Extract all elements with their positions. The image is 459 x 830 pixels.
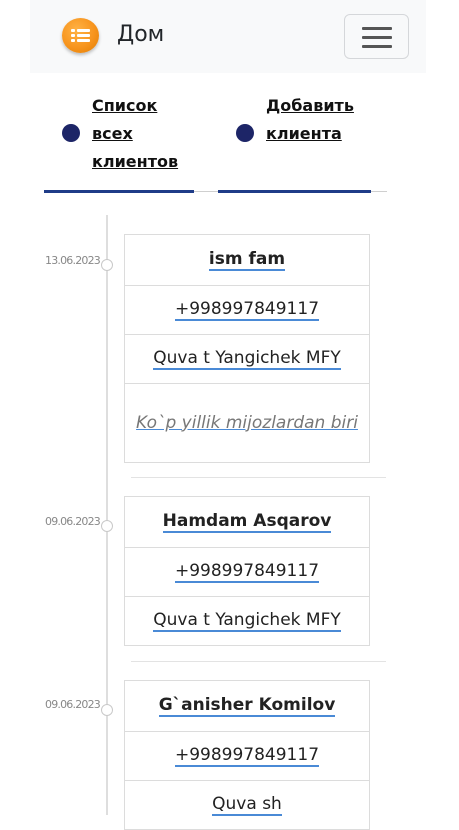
tab-indicator: [218, 190, 371, 193]
client-phone-link[interactable]: +998997849117: [174, 561, 320, 583]
navbar: Дом: [30, 0, 426, 73]
client-card: ism fam +998997849117 Quva t Yangichek M…: [124, 234, 370, 463]
hamburger-icon: [362, 27, 392, 30]
client-name-link[interactable]: Hamdam Asqarov: [162, 511, 332, 533]
client-phone-link[interactable]: +998997849117: [174, 299, 320, 321]
tab-divider: [194, 191, 218, 192]
client-address-link[interactable]: Quva t Yangichek MFY: [153, 610, 341, 632]
brand-title[interactable]: Дом: [117, 22, 164, 47]
client-card: G`anisher Komilov +998997849117 Quva sh: [124, 680, 370, 830]
client-address-link[interactable]: Quva sh: [212, 794, 282, 816]
tab-indicator: [44, 190, 194, 193]
tab-add-client-label[interactable]: Добавить клиента: [266, 92, 354, 148]
entry-date: 09.06.2023: [45, 698, 101, 711]
timeline-node: [101, 259, 113, 271]
timeline-line: [106, 215, 108, 815]
client-name-link[interactable]: G`anisher Komilov: [158, 695, 336, 717]
tab-divider: [371, 191, 387, 192]
timeline-node: [101, 704, 113, 716]
entry-divider: [131, 477, 386, 478]
client-address-link[interactable]: Quva t Yangichek MFY: [153, 348, 341, 370]
bullet-icon: [236, 124, 254, 142]
tab-client-list-label[interactable]: Список всех клиентов: [92, 92, 178, 176]
client-note-link[interactable]: Ko`p yillik mijozlardan biri: [136, 409, 358, 438]
client-phone-link[interactable]: +998997849117: [174, 745, 320, 767]
entry-date: 09.06.2023: [45, 515, 101, 528]
entry-divider: [131, 661, 386, 662]
bullet-icon: [62, 124, 80, 142]
menu-toggle-button[interactable]: [344, 14, 409, 59]
entry-date: 13.06.2023: [45, 254, 101, 267]
client-name-link[interactable]: ism fam: [208, 249, 286, 271]
client-card: Hamdam Asqarov +998997849117 Quva t Yang…: [124, 496, 370, 646]
list-icon[interactable]: [62, 18, 99, 53]
timeline-node: [101, 520, 113, 532]
